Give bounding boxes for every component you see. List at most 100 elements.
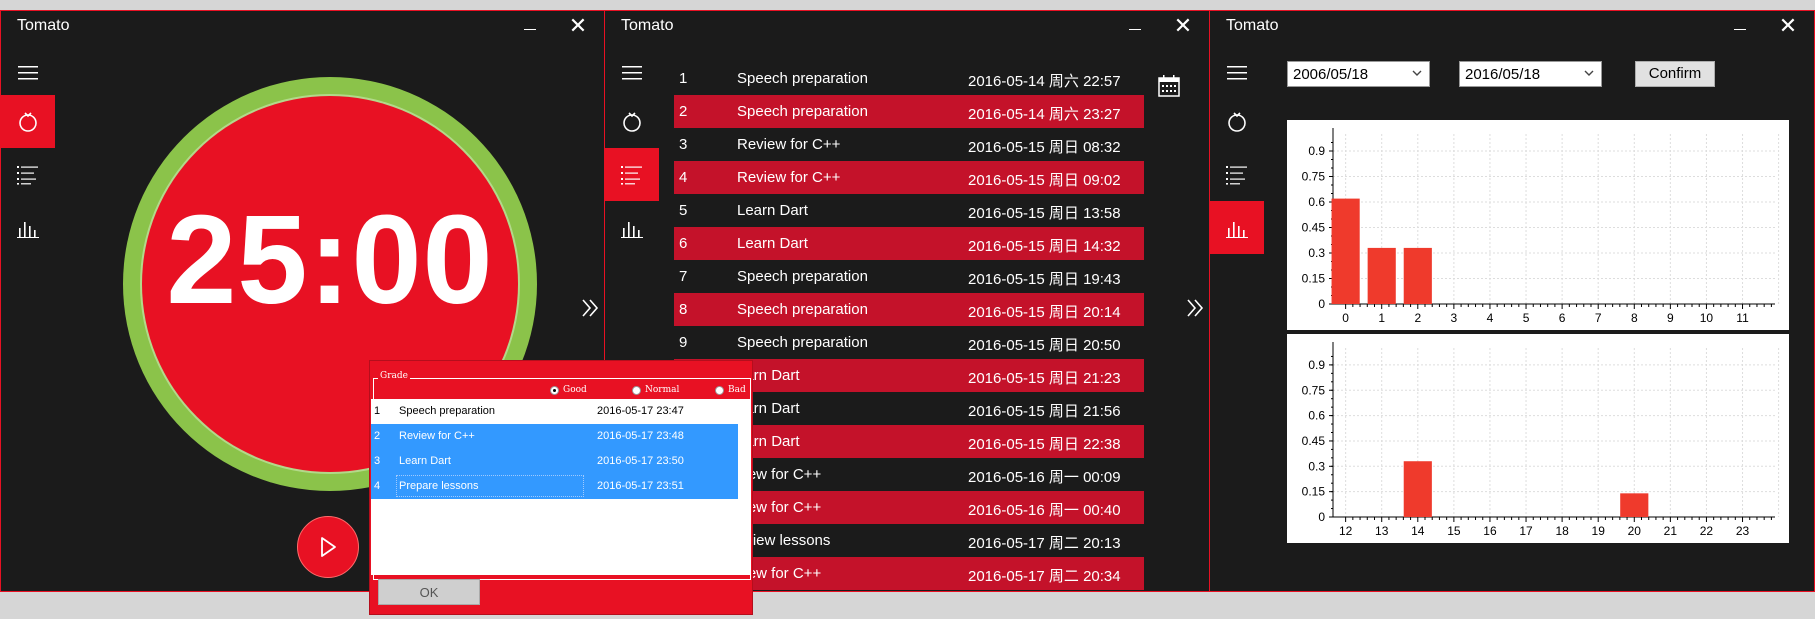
calendar-icon[interactable] [1158, 75, 1180, 97]
sidebar-item-history[interactable] [605, 148, 659, 201]
x-tick-label: 9 [1667, 311, 1674, 325]
grade-row-task: Review for C++ [399, 430, 475, 442]
history-row-date: 2016-05-15 周日 21:23 [968, 370, 1121, 387]
x-tick-label: 10 [1700, 311, 1714, 325]
confirm-button[interactable]: Confirm [1635, 61, 1715, 87]
list-icon [621, 165, 642, 185]
grade-dialog: Grade Good Normal Bad 1 Speech preparation 2… [369, 360, 753, 615]
x-tick-label: 14 [1411, 524, 1425, 538]
ok-button[interactable]: OK [378, 579, 480, 605]
list-icon [1226, 165, 1247, 185]
history-row-number: 5 [679, 202, 688, 219]
window-title: Tomato [17, 17, 70, 34]
y-tick-label: 0.6 [1308, 195, 1325, 209]
close-button[interactable]: ✕ [1776, 14, 1800, 38]
history-row-task: Review for C++ [737, 169, 841, 186]
sidebar-item-history[interactable] [1, 148, 55, 201]
history-row[interactable]: 5 Learn Dart 2016-05-15 周日 13:58 [674, 194, 1144, 227]
grade-row-date: 2016-05-17 23:50 [597, 455, 684, 467]
hamburger-menu-icon[interactable] [605, 51, 659, 95]
y-tick-label: 0.3 [1308, 246, 1325, 260]
x-tick-label: 15 [1447, 524, 1461, 538]
history-row[interactable]: 8 Speech preparation 2016-05-15 周日 20:14 [674, 293, 1144, 326]
x-tick-label: 22 [1700, 524, 1714, 538]
hamburger-menu-icon[interactable] [1210, 51, 1264, 95]
grade-task-list: 1 Speech preparation 2016-05-17 23:47 2 Revi… [371, 399, 751, 575]
x-tick-label: 13 [1375, 524, 1389, 538]
history-row-date: 2016-05-14 周六 23:27 [968, 106, 1121, 123]
expand-chevrons-icon[interactable] [1185, 295, 1205, 321]
grade-legend: Grade [378, 371, 410, 381]
grade-row-n: 3 [374, 455, 381, 467]
expand-chevrons-icon[interactable] [580, 295, 600, 321]
minimize-button[interactable] [518, 17, 542, 37]
list-icon [17, 165, 38, 185]
sidebar-item-stats[interactable] [1, 201, 55, 254]
history-row-number: 2 [679, 103, 688, 120]
title-bar[interactable]: Tomato ✕ [1, 11, 604, 43]
x-tick-label: 20 [1628, 524, 1642, 538]
sidebar-item-timer[interactable] [605, 95, 659, 148]
title-bar[interactable]: Tomato ✕ [605, 11, 1209, 43]
history-row-task: Review for C++ [737, 136, 841, 153]
history-row[interactable]: 3 Review for C++ 2016-05-15 周日 08:32 [674, 128, 1144, 161]
history-row[interactable]: 2 Speech preparation 2016-05-14 周六 23:27 [674, 95, 1144, 128]
sidebar-item-history[interactable] [1210, 148, 1264, 201]
x-tick-label: 4 [1487, 311, 1494, 325]
x-tick-label: 2 [1414, 311, 1421, 325]
y-tick-label: 0.15 [1302, 485, 1326, 499]
close-button[interactable]: ✕ [1171, 14, 1195, 38]
sidebar-item-timer[interactable] [1210, 95, 1264, 148]
grade-task-row[interactable]: 4 Prepare lessons 2016-05-17 23:51 [371, 474, 738, 499]
history-row-date: 2016-05-15 周日 20:14 [968, 304, 1121, 321]
grade-task-row[interactable]: 3 Learn Dart 2016-05-17 23:50 [371, 449, 738, 474]
history-row-number: 1 [679, 70, 688, 87]
history-row[interactable]: 4 Review for C++ 2016-05-15 周日 09:02 [674, 161, 1144, 194]
from-date-select[interactable]: 2006/05/18 [1287, 61, 1430, 87]
radio-circle [715, 385, 724, 395]
history-row[interactable]: 7 Speech preparation 2016-05-15 周日 19:43 [674, 260, 1144, 293]
grade-radio-2[interactable]: Bad [715, 385, 746, 395]
sidebar-item-timer[interactable] [1, 95, 55, 148]
grade-radio-0[interactable]: Good [550, 385, 587, 395]
x-tick-label: 19 [1592, 524, 1606, 538]
minimize-button[interactable] [1123, 17, 1147, 37]
history-row-date: 2016-05-16 周一 00:09 [968, 469, 1121, 486]
chevron-down-icon [1412, 70, 1422, 76]
grade-row-date: 2016-05-17 23:48 [597, 430, 684, 442]
history-row-task: Speech preparation [737, 334, 868, 351]
sidebar-item-stats[interactable] [605, 201, 659, 254]
radio-circle [632, 385, 641, 395]
bar [1620, 493, 1649, 517]
minimize-button[interactable] [1728, 17, 1752, 37]
play-icon [321, 537, 336, 557]
timer-icon [623, 111, 641, 132]
x-tick-label: 18 [1555, 524, 1569, 538]
x-tick-label: 21 [1664, 524, 1678, 538]
history-row[interactable]: 9 Speech preparation 2016-05-15 周日 20:50 [674, 326, 1144, 359]
history-row[interactable]: 6 Learn Dart 2016-05-15 周日 14:32 [674, 227, 1144, 260]
grade-row-n: 2 [374, 430, 381, 442]
title-bar[interactable]: Tomato ✕ [1210, 11, 1814, 43]
sidebar [1210, 51, 1264, 254]
sidebar-item-stats[interactable] [1210, 201, 1264, 254]
history-row-number: 7 [679, 268, 688, 285]
history-row-task: Speech preparation [737, 301, 868, 318]
history-row-number: 3 [679, 136, 688, 153]
history-row-date: 2016-05-15 周日 08:32 [968, 139, 1121, 156]
history-row-task: Speech preparation [737, 268, 868, 285]
close-button[interactable]: ✕ [566, 14, 590, 38]
to-date-select[interactable]: 2016/05/18 [1459, 61, 1602, 87]
grade-task-row[interactable]: 1 Speech preparation 2016-05-17 23:47 [371, 399, 738, 424]
grade-radio-1[interactable]: Normal [632, 385, 679, 395]
grade-row-date: 2016-05-17 23:47 [597, 405, 684, 417]
y-tick-label: 0.3 [1308, 459, 1325, 473]
timer-icon [19, 111, 37, 132]
y-tick-label: 0.45 [1302, 221, 1326, 235]
play-button[interactable] [297, 516, 359, 578]
history-row[interactable]: 1 Speech preparation 2016-05-14 周六 22:57 [674, 62, 1144, 95]
y-tick-label: 0.9 [1308, 144, 1325, 158]
hamburger-menu-icon[interactable] [1, 51, 55, 95]
y-tick-label: 0.9 [1308, 358, 1325, 372]
grade-task-row[interactable]: 2 Review for C++ 2016-05-17 23:48 [371, 424, 738, 449]
